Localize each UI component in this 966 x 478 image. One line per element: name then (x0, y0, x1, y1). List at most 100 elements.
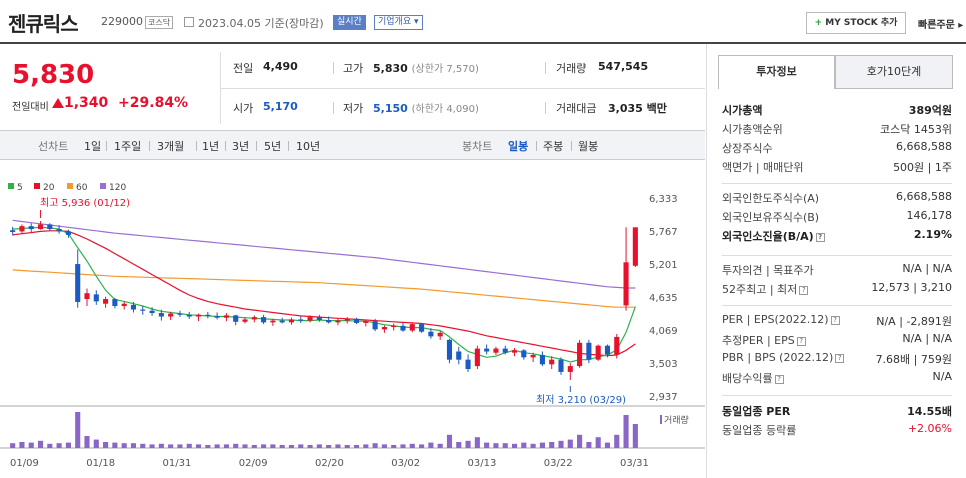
help-icon[interactable]: ? (799, 285, 809, 295)
help-icon[interactable]: ? (796, 336, 806, 346)
candle-body (623, 262, 629, 306)
info-row-value: 389억원 (908, 104, 952, 117)
volume-bar (186, 443, 192, 448)
divider (722, 183, 952, 184)
candle-body (428, 331, 434, 337)
candle-body (130, 304, 137, 310)
candle-body (186, 314, 192, 317)
company-overview-button[interactable]: 기업개요 ▾ (374, 15, 423, 30)
volume-bar (493, 443, 499, 448)
period-1y[interactable]: 1년 (202, 138, 219, 154)
info-row: 동일업종 PER 14.55배 (722, 403, 952, 421)
info-row-label: PER | EPS(2022.12)? (722, 313, 840, 326)
help-icon[interactable]: ? (815, 232, 825, 242)
candle-body (474, 348, 480, 367)
candle-body (298, 319, 304, 321)
candle-body (140, 309, 146, 311)
period-3y[interactable]: 3년 (232, 138, 249, 154)
candle-daily[interactable]: 일봉 (508, 138, 528, 154)
period-5y[interactable]: 5년 (264, 138, 281, 154)
volume-bar (242, 444, 248, 448)
high-label: 고가 (343, 62, 364, 75)
period-1d[interactable]: 1일 (84, 138, 101, 154)
info-row-label: 배당수익률? (722, 370, 784, 386)
open-label: 시가 (233, 102, 254, 115)
quick-order-button[interactable]: 빠른주문 ▸ (918, 16, 963, 31)
candle-body (28, 226, 34, 230)
help-icon[interactable]: ? (835, 353, 845, 363)
candle-body (93, 294, 99, 302)
candle-body (121, 303, 127, 307)
candle-body (577, 342, 583, 367)
candle-body (177, 313, 183, 315)
candle-body (65, 231, 71, 235)
candle-body (391, 325, 397, 328)
high-price: 5,830 (상한가 7,570) (373, 62, 479, 75)
candle-body (344, 318, 350, 321)
info-row: 배당수익률? N/A (722, 370, 952, 388)
volume-bar (233, 443, 239, 448)
info-row: 외국인한도주식수(A) 6,668,588 (722, 190, 952, 208)
volume-bar (511, 443, 518, 448)
info-row: PBR | BPS (2022.12)? 7.68배 | 759원 (722, 351, 952, 369)
volume-bar (84, 436, 90, 448)
volume-bar (595, 437, 601, 448)
low-price: 5,150 (하한가 4,090) (373, 102, 479, 115)
volume-bar (56, 443, 62, 448)
candle-body (614, 336, 620, 355)
x-tick-label: 03/02 (391, 458, 420, 469)
volume-bar (456, 442, 462, 448)
legend-swatch (100, 183, 106, 189)
period-3m[interactable]: 3개월 (157, 138, 184, 154)
volume-bar (279, 445, 285, 448)
volume-bar (363, 444, 369, 448)
volume-bar (298, 444, 304, 448)
candle-body (223, 315, 229, 318)
period-1w[interactable]: 1주일 (114, 138, 141, 154)
legend-label: 60 (76, 183, 88, 193)
candle-body (205, 314, 211, 316)
tab-hoga[interactable]: 호가10단계 (835, 55, 953, 89)
candle-body (10, 230, 16, 232)
x-tick-label: 01/18 (86, 458, 115, 469)
realtime-button[interactable]: 실시간 (333, 15, 366, 30)
y-tick-label: 6,333 (649, 194, 678, 205)
x-tick-label: 02/20 (315, 458, 344, 469)
info-row-label: 동일업종 PER (722, 405, 791, 418)
candle-body (539, 355, 545, 365)
x-tick-label: 01/09 (10, 458, 39, 469)
candle-body (353, 318, 360, 323)
info-row-label: 상장주식수 (722, 142, 773, 155)
my-stock-add-button[interactable]: + MY STOCK 추가 (806, 12, 906, 34)
volume-bar (567, 439, 573, 448)
candle-monthly[interactable]: 월봉 (578, 138, 598, 154)
info-row-value: 2.19% (913, 228, 952, 241)
high-annotation: 최고 5,936 (01/12) (40, 197, 130, 209)
volume-bar (558, 440, 564, 448)
candle-weekly[interactable]: 주봉 (543, 138, 563, 154)
volume-bar (288, 445, 295, 448)
volume-bar (372, 443, 378, 448)
candle-body (149, 310, 155, 314)
candle-body (419, 324, 425, 332)
stock-name: 젠큐릭스 (8, 12, 79, 36)
volume-bar (177, 444, 183, 448)
candle-body (270, 320, 276, 323)
candle-body (195, 314, 202, 317)
volume-bar (261, 444, 267, 448)
volume-bar (577, 434, 583, 448)
candle-body (37, 224, 44, 230)
help-icon[interactable]: ? (774, 374, 784, 384)
candle-body (47, 224, 53, 230)
volume-bar (140, 443, 146, 448)
candle-body (242, 319, 248, 322)
info-row: 액면가 | 매매단위 500원 | 1주 (722, 159, 952, 177)
volume-bar (326, 445, 332, 448)
volume-bar (28, 442, 34, 448)
candle-body (251, 317, 257, 320)
candle-body (158, 313, 164, 317)
help-icon[interactable]: ? (830, 315, 840, 325)
tab-invest-info[interactable]: 투자정보 (718, 55, 835, 89)
candle-body (112, 299, 118, 307)
period-10y[interactable]: 10년 (296, 138, 320, 154)
